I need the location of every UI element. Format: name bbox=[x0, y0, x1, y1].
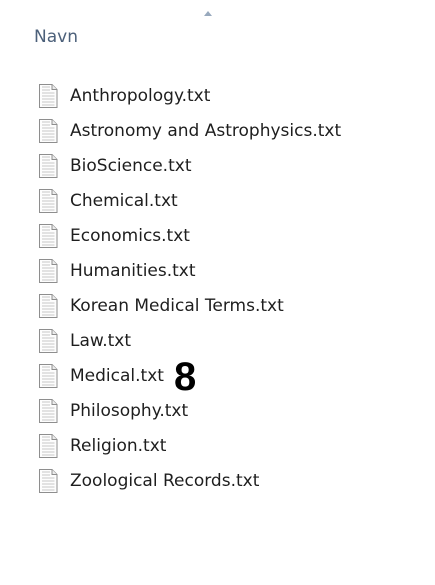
file-row-korean-medical-terms[interactable]: Korean Medical Terms.txt bbox=[0, 288, 435, 323]
file-name: Religion.txt bbox=[70, 435, 167, 456]
file-name: Humanities.txt bbox=[70, 260, 196, 281]
text-file-icon bbox=[39, 83, 58, 108]
file-row-anthropology[interactable]: Anthropology.txt bbox=[0, 78, 435, 113]
sort-ascending-icon bbox=[204, 11, 212, 16]
file-name: Anthropology.txt bbox=[70, 85, 211, 106]
file-name: Philosophy.txt bbox=[70, 400, 189, 421]
text-file-icon bbox=[39, 293, 58, 318]
column-header[interactable]: Navn bbox=[0, 0, 435, 62]
text-file-icon bbox=[39, 363, 58, 388]
annotation-number: 8 bbox=[173, 354, 197, 399]
text-file-icon bbox=[39, 188, 58, 213]
file-name: Korean Medical Terms.txt bbox=[70, 295, 284, 316]
name-column-title[interactable]: Navn bbox=[34, 27, 78, 47]
text-file-icon bbox=[39, 223, 58, 248]
file-name: BioScience.txt bbox=[70, 155, 192, 176]
file-list: Anthropology.txt Astronomy and Astrophys… bbox=[0, 78, 435, 498]
file-name: Astronomy and Astrophysics.txt bbox=[70, 120, 342, 141]
file-row-humanities[interactable]: Humanities.txt bbox=[0, 253, 435, 288]
text-file-icon bbox=[39, 398, 58, 423]
text-file-icon bbox=[39, 153, 58, 178]
text-file-icon bbox=[39, 328, 58, 353]
file-row-philosophy[interactable]: Philosophy.txt bbox=[0, 393, 435, 428]
file-row-religion[interactable]: Religion.txt bbox=[0, 428, 435, 463]
file-row-law[interactable]: Law.txt bbox=[0, 323, 435, 358]
file-name: Law.txt bbox=[70, 330, 132, 351]
file-name: Economics.txt bbox=[70, 225, 190, 246]
file-row-medical[interactable]: Medical.txt 8 bbox=[0, 357, 435, 397]
file-name: Zoological Records.txt bbox=[70, 470, 260, 491]
file-row-economics[interactable]: Economics.txt bbox=[0, 218, 435, 253]
file-row-chemical[interactable]: Chemical.txt bbox=[0, 183, 435, 218]
file-row-astronomy[interactable]: Astronomy and Astrophysics.txt bbox=[0, 113, 435, 148]
text-file-icon bbox=[39, 433, 58, 458]
file-name: Chemical.txt bbox=[70, 190, 178, 211]
text-file-icon bbox=[39, 118, 58, 143]
text-file-icon bbox=[39, 468, 58, 493]
text-file-icon bbox=[39, 258, 58, 283]
file-row-zoological-records[interactable]: Zoological Records.txt bbox=[0, 463, 435, 498]
file-name: Medical.txt bbox=[70, 365, 164, 386]
file-row-bioscience[interactable]: BioScience.txt bbox=[0, 148, 435, 183]
